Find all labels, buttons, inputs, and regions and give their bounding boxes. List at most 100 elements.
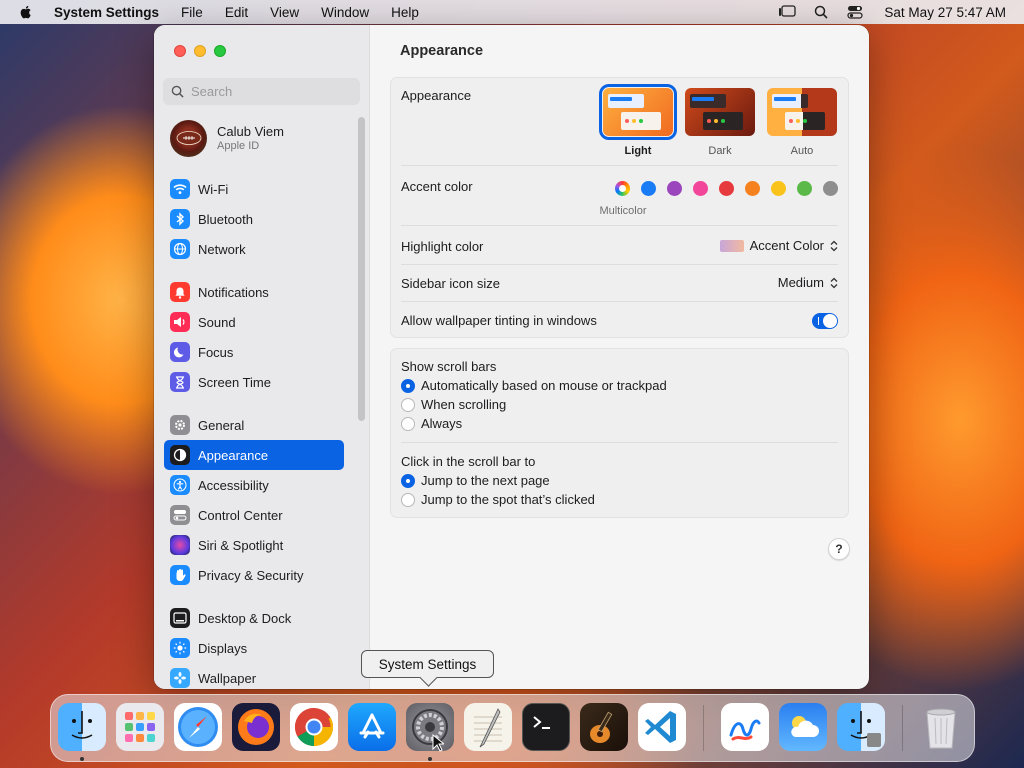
- control-center-icon[interactable]: [846, 4, 864, 20]
- menu-clock[interactable]: Sat May 27 5:47 AM: [884, 5, 1006, 20]
- sidebar-icon-size-popup[interactable]: Medium: [778, 275, 838, 290]
- radio-button[interactable]: [401, 416, 415, 431]
- accent-swatch-multicolor[interactable]: [615, 181, 630, 196]
- search-input[interactable]: Search: [163, 78, 360, 105]
- sidebar-item-bluetooth[interactable]: Bluetooth: [164, 204, 344, 234]
- search-icon: [171, 85, 184, 98]
- menu-help[interactable]: Help: [391, 5, 419, 20]
- highlight-swatch: [719, 239, 744, 252]
- radio-button[interactable]: [401, 397, 415, 412]
- sidebar: Search Calub Viem Apple ID Wi-Fi Bluetoo…: [154, 25, 370, 689]
- dock-tooltip: System Settings: [361, 650, 494, 678]
- help-button[interactable]: ?: [828, 538, 850, 560]
- accent-swatch-red[interactable]: [719, 181, 734, 196]
- wallpaper-tinting-toggle[interactable]: [812, 313, 838, 329]
- appearance-settings-group: Appearance Light Dark Auto Accent color …: [390, 77, 849, 338]
- page-title: Appearance: [400, 43, 484, 59]
- sidebar-item-label: Notifications: [198, 284, 269, 300]
- radio-scroll-when-scrolling[interactable]: When scrolling: [401, 397, 506, 412]
- radio-button[interactable]: [401, 473, 415, 488]
- sidebar-item-focus[interactable]: Focus: [164, 337, 344, 367]
- hand-icon: [170, 565, 190, 585]
- dock-terminal-icon[interactable]: [522, 703, 570, 751]
- apple-logo-icon[interactable]: [18, 4, 34, 20]
- accent-swatch-orange[interactable]: [745, 181, 760, 196]
- sidebar-item-label: Wallpaper: [198, 670, 257, 686]
- menu-window[interactable]: Window: [321, 5, 369, 20]
- menu-edit[interactable]: Edit: [225, 5, 248, 20]
- sidebar-item-appearance[interactable]: Appearance: [164, 440, 344, 470]
- hourglass-icon: [170, 372, 190, 392]
- dock-firefox-icon[interactable]: [232, 703, 280, 751]
- sidebar-item-label: Sound: [198, 314, 236, 330]
- zoom-button[interactable]: [214, 45, 226, 57]
- dock-textedit-icon[interactable]: [464, 703, 512, 751]
- wifi-icon: [170, 179, 190, 199]
- sidebar-item-wallpaper[interactable]: Wallpaper: [164, 663, 344, 689]
- search-icon[interactable]: [812, 4, 830, 20]
- radio-button[interactable]: [401, 378, 415, 393]
- search-placeholder: Search: [191, 84, 233, 99]
- dock-migration-assistant-icon[interactable]: [837, 703, 885, 751]
- stage-manager-icon[interactable]: [778, 4, 797, 20]
- radio-scroll-always[interactable]: Always: [401, 416, 462, 431]
- dock-trash-icon[interactable]: [917, 703, 965, 751]
- divider: [401, 264, 838, 265]
- flower-icon: [170, 668, 190, 688]
- dock-freeform-icon[interactable]: [721, 703, 769, 751]
- accent-swatch-purple[interactable]: [667, 181, 682, 196]
- dock-system-settings-icon[interactable]: [406, 703, 454, 751]
- sidebar-item-control-center[interactable]: Control Center: [164, 500, 344, 530]
- divider: [401, 301, 838, 302]
- accent-swatch-yellow[interactable]: [771, 181, 786, 196]
- menu-app-name[interactable]: System Settings: [54, 5, 159, 20]
- bluetooth-icon: [170, 209, 190, 229]
- sidebar-item-screen-time[interactable]: Screen Time: [164, 367, 344, 397]
- sidebar-item-privacy-security[interactable]: Privacy & Security: [164, 560, 344, 590]
- dock-app-store-icon[interactable]: [348, 703, 396, 751]
- accent-swatch-pink[interactable]: [693, 181, 708, 196]
- highlight-color-popup[interactable]: Accent Color: [719, 238, 838, 253]
- apple-id-account[interactable]: Calub Viem Apple ID: [170, 117, 284, 159]
- appearance-option-dark-label: Dark: [708, 145, 732, 157]
- avatar: [170, 119, 207, 157]
- dock-weather-icon[interactable]: [779, 703, 827, 751]
- sidebar-list: Calub Viem Apple ID Wi-Fi Bluetooth Netw…: [154, 117, 370, 689]
- radio-button[interactable]: [401, 492, 415, 507]
- accent-swatch-blue[interactable]: [641, 181, 656, 196]
- sidebar-item-accessibility[interactable]: Accessibility: [164, 470, 344, 500]
- dock-finder-icon[interactable]: [58, 703, 106, 751]
- dock-safari-icon[interactable]: [174, 703, 222, 751]
- sidebar-item-general[interactable]: General: [164, 410, 344, 440]
- appearance-option-dark[interactable]: [685, 88, 755, 136]
- sidebar-item-desktop-dock[interactable]: Desktop & Dock: [164, 603, 344, 633]
- divider: [401, 225, 838, 226]
- sidebar-item-network[interactable]: Network: [164, 234, 344, 264]
- appearance-option-auto[interactable]: [767, 88, 837, 136]
- radio-jump-spot-clicked[interactable]: Jump to the spot that’s clicked: [401, 492, 595, 507]
- menu-file[interactable]: File: [181, 5, 203, 20]
- appearance-option-light[interactable]: [599, 84, 677, 140]
- appearance-icon: [170, 445, 190, 465]
- radio-jump-next-page[interactable]: Jump to the next page: [401, 473, 550, 488]
- accent-swatch-green[interactable]: [797, 181, 812, 196]
- sidebar-item-wifi[interactable]: Wi-Fi: [164, 174, 344, 204]
- dock-garageband-icon[interactable]: [580, 703, 628, 751]
- sidebar-item-label: Siri & Spotlight: [198, 537, 284, 553]
- sidebar-item-displays[interactable]: Displays: [164, 633, 344, 663]
- window-controls: [174, 45, 234, 57]
- sidebar-item-sound[interactable]: Sound: [164, 307, 344, 337]
- dock-chrome-icon[interactable]: [290, 703, 338, 751]
- accent-swatch-graphite[interactable]: [823, 181, 838, 196]
- minimize-button[interactable]: [194, 45, 206, 57]
- close-button[interactable]: [174, 45, 186, 57]
- sidebar-item-siri-spotlight[interactable]: Siri & Spotlight: [164, 530, 344, 560]
- sidebar-item-label: Desktop & Dock: [198, 610, 292, 626]
- sidebar-item-notifications[interactable]: Notifications: [164, 277, 344, 307]
- account-name: Calub Viem: [217, 124, 284, 139]
- radio-scroll-automatic[interactable]: Automatically based on mouse or trackpad: [401, 378, 667, 393]
- dock-launchpad-icon[interactable]: [116, 703, 164, 751]
- dock-vscode-icon[interactable]: [638, 703, 686, 751]
- menu-view[interactable]: View: [270, 5, 299, 20]
- wallpaper-tinting-label: Allow wallpaper tinting in windows: [401, 313, 597, 328]
